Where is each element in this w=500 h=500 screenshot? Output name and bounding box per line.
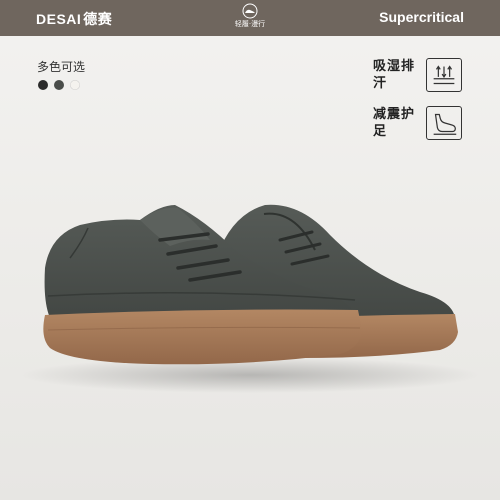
product-page: DESAI 德赛 轻履·漫行 Supercritical 多色可选 吸湿排汗 减… bbox=[0, 0, 500, 500]
feature-cushion: 减震护足 bbox=[373, 106, 467, 142]
brand-logo: DESAI 德赛 bbox=[36, 9, 112, 29]
foot-cushion-icon bbox=[426, 106, 462, 140]
feature-text: 减震护足 bbox=[373, 107, 416, 139]
swatch-white[interactable] bbox=[70, 80, 80, 90]
feature-moisture: 吸湿排汗 bbox=[373, 58, 467, 94]
shoe-badge-icon bbox=[242, 3, 258, 19]
moisture-wicking-icon bbox=[426, 58, 462, 92]
swatch-black[interactable] bbox=[38, 80, 48, 90]
color-swatches bbox=[38, 80, 80, 90]
top-banner: DESAI 德赛 轻履·漫行 Supercritical bbox=[0, 0, 500, 36]
colors-label: 多色可选 bbox=[37, 60, 86, 74]
badge-text: 轻履·漫行 bbox=[234, 20, 266, 28]
product-shoes bbox=[20, 204, 480, 393]
brand-latin: DESAI bbox=[36, 11, 82, 27]
swatch-dark-green[interactable] bbox=[54, 80, 64, 90]
supercritical-label: Supercritical bbox=[379, 9, 464, 25]
center-badge: 轻履·漫行 bbox=[222, 3, 278, 29]
feature-text: 吸湿排汗 bbox=[373, 59, 416, 91]
brand-cn: 德赛 bbox=[83, 12, 113, 28]
